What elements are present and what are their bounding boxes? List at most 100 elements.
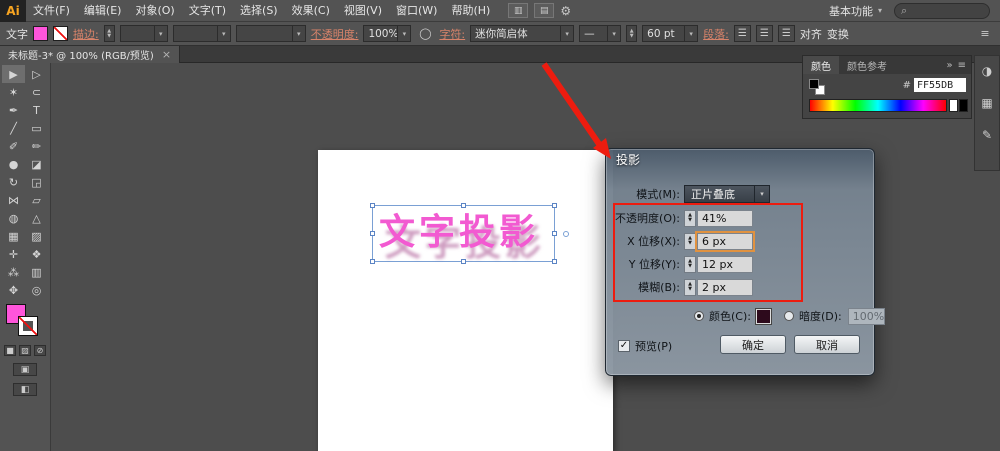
menu-help[interactable]: 帮助(H) bbox=[444, 0, 497, 22]
tool-lasso[interactable]: ⊂ bbox=[25, 83, 48, 101]
tool-gradient[interactable]: ▨ bbox=[25, 227, 48, 245]
cancel-button[interactable]: 取消 bbox=[794, 335, 860, 354]
drawing-mode-button[interactable]: ▣ bbox=[13, 363, 37, 376]
stepper-down-icon[interactable]: ▼ bbox=[630, 33, 634, 39]
dialog-title[interactable]: 投影 bbox=[606, 149, 874, 171]
tool-line-segment[interactable]: ╱ bbox=[2, 119, 25, 137]
color-radio[interactable] bbox=[694, 311, 704, 321]
stepper-down-icon[interactable]: ▼ bbox=[107, 33, 111, 39]
document-layout-icon[interactable]: ▤ bbox=[534, 3, 555, 18]
tool-blob-brush[interactable]: ● bbox=[2, 155, 25, 173]
variable-width-combo[interactable]: ▾ bbox=[172, 25, 231, 42]
chevron-down-icon[interactable]: ▾ bbox=[291, 26, 305, 41]
preview-checkbox[interactable]: ✓ bbox=[618, 340, 630, 352]
shadow-opacity-stepper[interactable]: ▲ ▼ bbox=[684, 209, 696, 227]
arrange-documents-icon[interactable]: ▥ bbox=[508, 3, 529, 18]
blur-stepper[interactable]: ▲ ▼ bbox=[684, 278, 696, 296]
paragraph-panel-label[interactable]: 段落: bbox=[703, 26, 729, 42]
menu-view[interactable]: 视图(V) bbox=[337, 0, 389, 22]
anchor-point-handle[interactable] bbox=[563, 231, 569, 237]
gear-icon[interactable]: ⚙ bbox=[560, 3, 571, 18]
align-left-button[interactable]: ☰ bbox=[733, 25, 751, 42]
tool-width[interactable]: ⋈ bbox=[2, 191, 25, 209]
tool-rotate[interactable]: ↻ bbox=[2, 173, 25, 191]
gradient-button[interactable]: ▨ bbox=[19, 345, 31, 356]
y-offset-stepper[interactable]: ▲ ▼ bbox=[684, 255, 696, 273]
align-right-button[interactable]: ☰ bbox=[777, 25, 795, 42]
chevron-down-icon[interactable]: ▾ bbox=[153, 26, 167, 41]
tool-rectangle[interactable]: ▭ bbox=[25, 119, 48, 137]
document-tab[interactable]: 未标题-3* @ 100% (RGB/预览) × bbox=[0, 46, 181, 63]
tool-magic-wand[interactable]: ✶ bbox=[2, 83, 25, 101]
color-spectrum-bar[interactable] bbox=[809, 99, 947, 112]
tool-selection[interactable]: ▶ bbox=[2, 65, 25, 83]
tool-type[interactable]: T bbox=[25, 101, 48, 119]
stepper-down-icon[interactable]: ▼ bbox=[688, 218, 692, 223]
swatches-panel-icon[interactable]: ▦ bbox=[978, 94, 996, 112]
menu-effect[interactable]: 效果(C) bbox=[285, 0, 337, 22]
tool-blend[interactable]: ❖ bbox=[25, 245, 48, 263]
x-offset-stepper[interactable]: ▲ ▼ bbox=[684, 232, 696, 250]
stroke-color-swatch[interactable] bbox=[53, 26, 68, 41]
menu-window[interactable]: 窗口(W) bbox=[389, 0, 444, 22]
selection-handle[interactable] bbox=[461, 203, 466, 208]
tool-pen[interactable]: ✒ bbox=[2, 101, 25, 119]
opacity-combo[interactable]: 100% ▾ bbox=[363, 25, 412, 42]
workspace-switcher[interactable]: 基本功能 ▾ bbox=[829, 3, 882, 19]
align-panel-button[interactable]: 对齐 bbox=[800, 26, 822, 42]
color-panel-icon[interactable]: ◑ bbox=[978, 62, 996, 80]
stroke-weight-stepper[interactable]: ▲ ▼ bbox=[103, 25, 115, 42]
search-box[interactable]: ⌕ bbox=[894, 2, 990, 19]
tool-hand[interactable]: ✥ bbox=[2, 281, 25, 299]
menu-object[interactable]: 对象(O) bbox=[128, 0, 181, 22]
tool-zoom[interactable]: ◎ bbox=[25, 281, 48, 299]
stepper-down-icon[interactable]: ▼ bbox=[688, 241, 692, 246]
selection-handle[interactable] bbox=[370, 259, 375, 264]
text-selection-box[interactable]: 文字投影 bbox=[370, 203, 569, 264]
menu-type[interactable]: 文字(T) bbox=[182, 0, 233, 22]
panel-menu-icon[interactable]: ≡ bbox=[958, 60, 966, 71]
screen-mode-button[interactable]: ◧ bbox=[13, 383, 37, 396]
menu-file[interactable]: 文件(F) bbox=[26, 0, 77, 22]
y-offset-field[interactable]: 12 px bbox=[697, 255, 753, 273]
transform-panel-button[interactable]: 变换 bbox=[827, 26, 849, 42]
tool-direct-selection[interactable]: ▷ bbox=[25, 65, 48, 83]
tool-scale[interactable]: ◲ bbox=[25, 173, 48, 191]
selection-handle[interactable] bbox=[552, 203, 557, 208]
style-icon[interactable]: ◯ bbox=[416, 25, 434, 42]
font-size-combo[interactable]: 60 pt ▾ bbox=[642, 25, 699, 42]
chevron-down-icon[interactable]: ▾ bbox=[560, 26, 573, 41]
selection-handle[interactable] bbox=[370, 203, 375, 208]
brush-definition-combo[interactable]: ▾ bbox=[235, 25, 306, 42]
font-family-combo[interactable]: 迷你简启体 ▾ bbox=[470, 25, 575, 42]
none-button[interactable]: ⊘ bbox=[34, 345, 46, 356]
brushes-panel-icon[interactable]: ✎ bbox=[978, 126, 996, 144]
tool-perspective-grid[interactable]: △ bbox=[25, 209, 48, 227]
selection-handle[interactable] bbox=[370, 231, 375, 236]
color-button[interactable]: ■ bbox=[4, 345, 16, 356]
stroke-swatch[interactable] bbox=[18, 316, 38, 336]
search-input[interactable] bbox=[911, 5, 983, 16]
chevron-down-icon[interactable]: ▾ bbox=[684, 26, 697, 41]
black-swatch[interactable] bbox=[959, 99, 968, 112]
tool-eraser[interactable]: ◪ bbox=[25, 155, 48, 173]
x-offset-field[interactable]: 6 px bbox=[697, 232, 753, 250]
tool-mesh[interactable]: ▦ bbox=[2, 227, 25, 245]
align-center-button[interactable]: ☰ bbox=[755, 25, 773, 42]
chevron-down-icon[interactable]: ▾ bbox=[607, 26, 620, 41]
hex-value-field[interactable]: FF55DB bbox=[914, 78, 966, 92]
shadow-color-swatch[interactable] bbox=[754, 307, 772, 325]
darkness-radio[interactable] bbox=[783, 311, 794, 321]
tool-symbol-sprayer[interactable]: ⁂ bbox=[2, 263, 25, 281]
tool-eyedropper[interactable]: ✛ bbox=[2, 245, 25, 263]
panel-menu-icon[interactable]: ≡ bbox=[976, 25, 994, 42]
tab-color[interactable]: 颜色 bbox=[803, 56, 839, 74]
tab-color-guide[interactable]: 颜色参考 bbox=[839, 56, 895, 74]
selection-handle[interactable] bbox=[552, 231, 557, 236]
chevron-down-icon[interactable]: ▾ bbox=[397, 26, 410, 41]
tool-free-transform[interactable]: ▱ bbox=[25, 191, 48, 209]
opacity-label[interactable]: 不透明度: bbox=[311, 26, 359, 42]
stroke-weight-combo[interactable]: ▾ bbox=[119, 25, 168, 42]
font-size-stepper[interactable]: ▲ ▼ bbox=[626, 25, 638, 42]
font-style-combo[interactable]: — ▾ bbox=[579, 25, 622, 42]
